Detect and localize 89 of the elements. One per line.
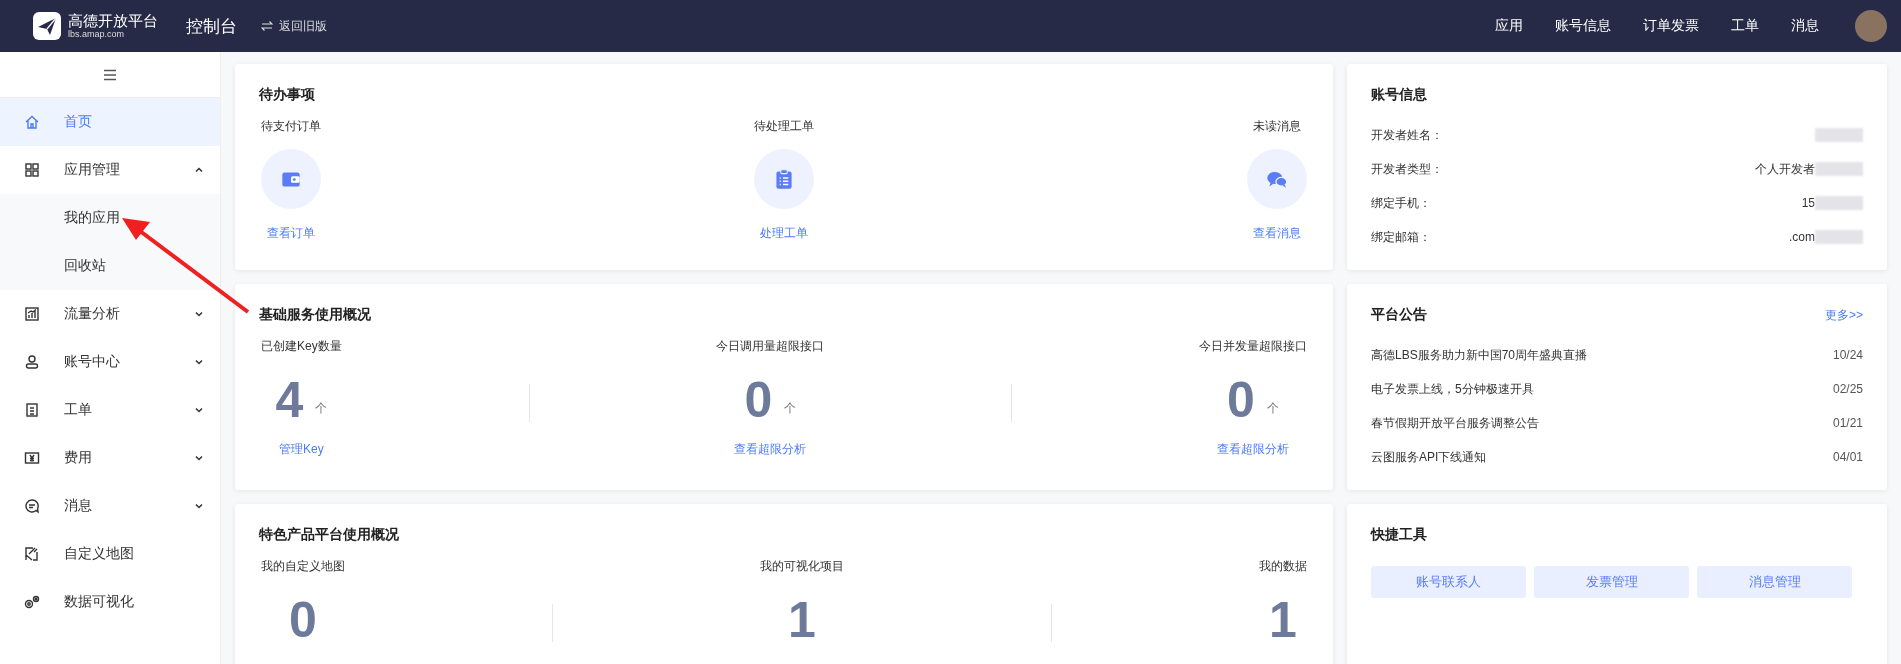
stat-link[interactable]: 管理Key: [279, 441, 324, 458]
card-title: 基础服务使用概况: [259, 306, 371, 324]
nav-link[interactable]: 工单: [1731, 17, 1759, 35]
nav-link[interactable]: 账号信息: [1555, 17, 1611, 35]
nav-icon: [24, 354, 40, 370]
notice-date: 01/21: [1832, 416, 1863, 430]
chevron-icon: [194, 453, 204, 463]
blurred-block: [1815, 128, 1863, 142]
nav-icon: [24, 594, 40, 610]
card-title: 快捷工具: [1371, 526, 1427, 544]
avatar[interactable]: [1855, 10, 1887, 42]
stat-unit: 个: [784, 400, 797, 417]
notice-link[interactable]: 电子发票上线，5分钟极速开具: [1371, 380, 1534, 398]
sidebar-item[interactable]: 首页: [0, 98, 220, 146]
stat-value: 4: [275, 375, 304, 425]
nav-icon: [24, 306, 40, 322]
more-link[interactable]: 更多>>: [1825, 307, 1863, 324]
sidebar-item[interactable]: 账号中心: [0, 338, 220, 386]
field-value: 15: [1801, 196, 1815, 210]
swap-icon: [261, 20, 273, 32]
logo-domain: lbs.amap.com: [68, 30, 126, 39]
stat-value: 0: [744, 375, 773, 425]
nav-link[interactable]: 消息: [1791, 17, 1819, 35]
todo-label: 待处理工单: [754, 118, 814, 135]
chevron-icon: [194, 309, 204, 319]
stat-value: 1: [788, 595, 816, 645]
sidebar-subitem[interactable]: 回收站: [0, 242, 220, 290]
nav-icon: [24, 546, 40, 562]
stat-link[interactable]: 查看超限分析: [1217, 441, 1289, 458]
chevron-icon: [194, 501, 204, 511]
stat-unit: 个: [1266, 400, 1279, 417]
field-label: 开发者姓名：: [1371, 126, 1443, 144]
field-value: .com: [1789, 230, 1815, 244]
notice-date: 02/25: [1832, 382, 1863, 396]
field-value: 个人开发者: [1755, 160, 1815, 178]
sidebar-subitem[interactable]: 我的应用: [0, 194, 220, 242]
stat-link[interactable]: 查看超限分析: [734, 441, 807, 458]
todo-link[interactable]: 查看订单: [267, 225, 315, 242]
nav-icon: [24, 402, 40, 418]
todo-link[interactable]: 处理工单: [760, 225, 808, 242]
stat-label: 今日并发量超限接口: [1199, 338, 1307, 355]
nav-link[interactable]: 订单发票: [1643, 17, 1699, 35]
card-title: 平台公告: [1371, 306, 1427, 324]
nav-icon: [24, 498, 40, 514]
stat-label: 我的可视化项目: [760, 558, 844, 575]
logo-name: 高德开放平台: [68, 13, 158, 28]
field-label: 绑定手机：: [1371, 194, 1431, 212]
nav-icon: [24, 114, 40, 130]
console-title: 控制台: [186, 15, 237, 38]
nav-icon: [24, 450, 40, 466]
switch-version-link[interactable]: 返回旧版: [279, 17, 327, 35]
chevron-icon: [194, 165, 204, 175]
chevron-icon: [194, 357, 204, 367]
nav-link[interactable]: 应用: [1495, 17, 1523, 35]
blurred-block: [1815, 230, 1863, 244]
todo-label: 待支付订单: [261, 118, 321, 135]
stat-value: 1: [1269, 595, 1297, 645]
blurred-block: [1815, 162, 1863, 176]
card-title: 待办事项: [259, 86, 315, 104]
stat-label: 我的自定义地图: [261, 558, 345, 575]
field-label: 开发者类型：: [1371, 160, 1443, 178]
notice-link[interactable]: 高德LBS服务助力新中国70周年盛典直播: [1371, 346, 1588, 364]
card-title: 特色产品平台使用概况: [259, 526, 399, 544]
sidebar-item[interactable]: 应用管理: [0, 146, 220, 194]
sidebar-item[interactable]: 数据可视化: [0, 578, 220, 626]
todo-link[interactable]: 查看消息: [1253, 225, 1301, 242]
chevron-icon: [194, 405, 204, 415]
todo-label: 未读消息: [1253, 118, 1301, 135]
notice-link[interactable]: 云图服务API下线通知: [1371, 448, 1487, 466]
sidebar-item[interactable]: 消息: [0, 482, 220, 530]
card-title: 账号信息: [1371, 86, 1427, 104]
stat-label: 我的数据: [1259, 558, 1307, 575]
sidebar-item[interactable]: 流量分析: [0, 290, 220, 338]
stat-value: 0: [1227, 375, 1255, 425]
nav-icon: [24, 162, 40, 178]
stat-label: 今日调用量超限接口: [716, 338, 825, 355]
stat-unit: 个: [315, 400, 328, 417]
stat-value: 0: [289, 595, 317, 645]
blurred-block: [1815, 196, 1863, 210]
stat-label: 已创建Key数量: [261, 338, 342, 355]
sidebar-item[interactable]: 费用: [0, 434, 220, 482]
notice-date: 04/01: [1832, 450, 1863, 464]
field-label: 绑定邮箱：: [1371, 228, 1431, 246]
notice-link[interactable]: 春节假期开放平台服务调整公告: [1371, 414, 1539, 432]
sidebar-item[interactable]: 自定义地图: [0, 530, 220, 578]
notice-date: 10/24: [1832, 348, 1863, 362]
menu-icon[interactable]: [103, 68, 117, 81]
logo-icon: [32, 11, 62, 41]
sidebar-item[interactable]: 工单: [0, 386, 220, 434]
